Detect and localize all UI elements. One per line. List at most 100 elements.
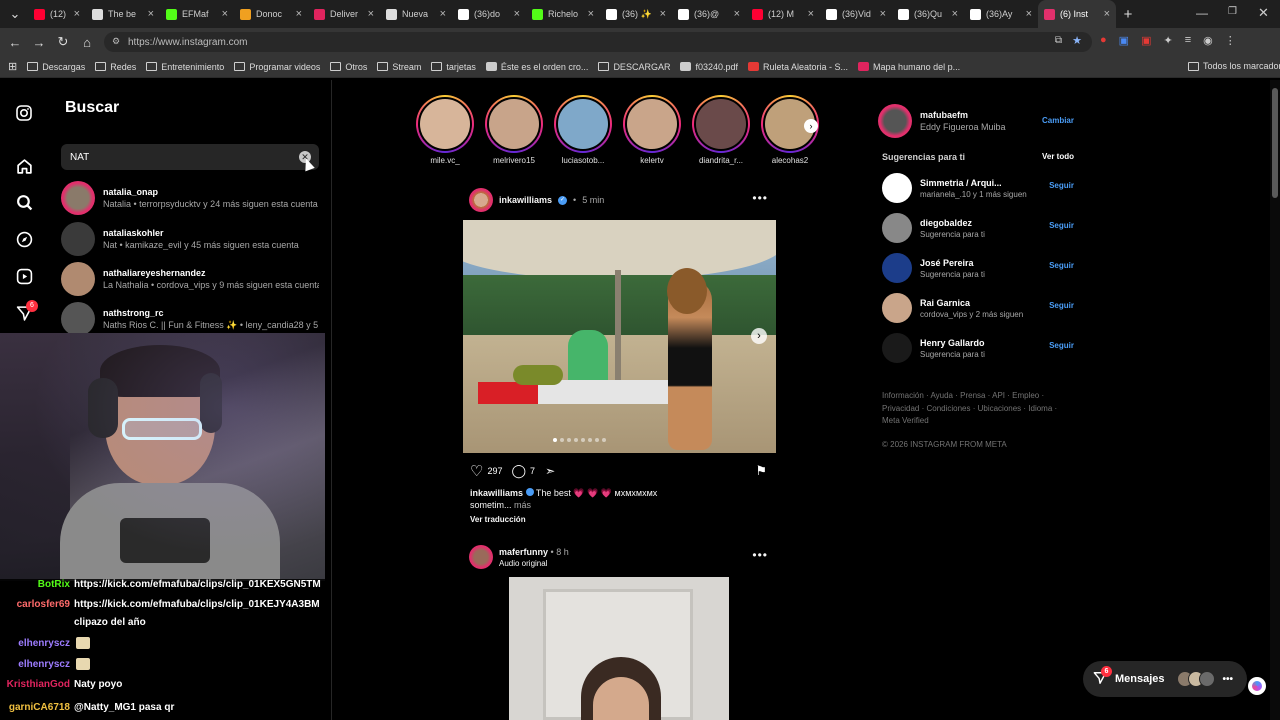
share-icon[interactable]: ➣ [545, 464, 555, 478]
post2-options-icon[interactable]: ••• [752, 548, 768, 562]
browser-tab[interactable]: (36) ✨ × [600, 0, 672, 28]
more-options-icon[interactable]: ••• [1223, 674, 1234, 685]
footer-line-2[interactable]: Privacidad · Condiciones · Ubicaciones ·… [882, 403, 1057, 416]
explore-compass-icon[interactable] [14, 229, 34, 249]
post2-video[interactable] [463, 577, 776, 720]
apps-grid-icon[interactable]: ⊞ [8, 60, 17, 73]
close-tab-icon[interactable]: × [660, 8, 666, 20]
close-window-button[interactable]: ✕ [1258, 5, 1269, 21]
see-translation-link[interactable]: Ver traducción [470, 514, 526, 526]
profile-avatar-icon[interactable]: ◉ [1203, 34, 1213, 47]
browser-tab[interactable]: (36)@ × [672, 0, 746, 28]
bookmark-item[interactable]: DESCARGAR [598, 62, 670, 72]
messages-floating-button[interactable]: 6 Mensajes ••• [1083, 661, 1247, 697]
follow-button[interactable]: Seguir [1049, 221, 1074, 230]
browser-tab[interactable]: Deliver × [308, 0, 380, 28]
browser-tab[interactable]: (12) M × [746, 0, 820, 28]
suggestion-name[interactable]: diegobaldez [920, 218, 985, 228]
post-photo[interactable]: › [463, 220, 776, 453]
bookmark-item[interactable]: Redes [95, 62, 136, 72]
close-tab-icon[interactable]: × [74, 8, 80, 20]
suggestion-name[interactable]: Henry Gallardo [920, 338, 985, 348]
footer-line-3[interactable]: Meta Verified [882, 415, 1057, 428]
footer-line-1[interactable]: Información · Ayuda · Prensa · API · Emp… [882, 390, 1057, 403]
follow-button[interactable]: Seguir [1049, 341, 1074, 350]
close-tab-icon[interactable]: × [296, 8, 302, 20]
bookmark-item[interactable]: Programar videos [234, 62, 320, 72]
forward-button[interactable]: → [27, 30, 51, 54]
close-tab-icon[interactable]: × [880, 8, 886, 20]
url-bar[interactable]: ⚙ https://www.instagram.com ⧉ ★ [104, 32, 1092, 52]
post-author-avatar[interactable] [469, 188, 493, 212]
switch-account-link[interactable]: Cambiar [1042, 116, 1074, 125]
translate-extension-icon[interactable]: ▣ [1119, 34, 1129, 47]
back-button[interactable]: ← [3, 30, 27, 54]
suggestion-name[interactable]: Rai Garnica [920, 298, 1023, 308]
search-input[interactable] [70, 144, 290, 170]
follow-button[interactable]: Seguir [1049, 181, 1074, 190]
post-options-icon[interactable]: ••• [752, 191, 768, 205]
close-tab-icon[interactable]: × [588, 8, 594, 20]
close-tab-icon[interactable]: × [952, 8, 958, 20]
bookmark-item[interactable]: tarjetas [431, 62, 476, 72]
media-controls-icon[interactable]: ≡ [1185, 34, 1191, 47]
bookmark-item[interactable]: Entretenimiento [146, 62, 224, 72]
like-count[interactable]: 297 [487, 466, 502, 476]
scrollbar-thumb[interactable] [1272, 88, 1278, 198]
browser-menu-icon[interactable]: ⋮ [1225, 34, 1236, 47]
suggestion-avatar[interactable] [882, 253, 912, 283]
close-tab-icon[interactable]: × [1104, 8, 1110, 20]
install-app-icon[interactable]: ⧉ [1055, 35, 1062, 46]
site-info-icon[interactable]: ⚙ [112, 36, 120, 47]
close-tab-icon[interactable]: × [368, 8, 374, 20]
search-result-item[interactable]: nathaliareyeshernandez La Nathalia • cord… [61, 260, 331, 298]
stories-next-icon[interactable]: › [804, 119, 818, 133]
all-bookmarks-folder[interactable]: Todos los marcadores [1188, 61, 1280, 71]
close-tab-icon[interactable]: × [222, 8, 228, 20]
bookmark-item[interactable]: Éste es el orden cro... [485, 62, 588, 72]
extension-floating-icon[interactable] [1248, 677, 1266, 695]
maximize-button[interactable]: ❐ [1228, 6, 1237, 17]
bookmark-star-icon[interactable]: ★ [1072, 34, 1082, 47]
profile-username[interactable]: mafubaefm [920, 110, 1006, 120]
browser-tab[interactable]: (36)Ay × [964, 0, 1038, 28]
story-item[interactable]: luciasotob... [552, 95, 614, 165]
story-item[interactable]: mile.vc_ [414, 95, 476, 165]
suggestion-avatar[interactable] [882, 173, 912, 203]
follow-button[interactable]: Seguir [1049, 301, 1074, 310]
post-author-username[interactable]: inkawilliams [499, 195, 552, 205]
page-scrollbar[interactable] [1270, 80, 1280, 720]
suggestion-avatar[interactable] [882, 293, 912, 323]
bookmark-item[interactable]: Ruleta Aleatoria - S... [748, 62, 848, 72]
bookmark-item[interactable]: Otros [330, 62, 367, 72]
minimize-button[interactable]: — [1196, 6, 1208, 20]
browser-tab[interactable]: Donoc × [234, 0, 308, 28]
reload-button[interactable]: ↻ [51, 30, 75, 54]
bookmark-item[interactable]: f03240.pdf [680, 62, 738, 72]
new-tab-button[interactable]: + [1116, 2, 1140, 26]
browser-tab[interactable]: Richelo × [526, 0, 600, 28]
browser-tab[interactable]: EFMaf × [160, 0, 234, 28]
caption-more-link[interactable]: más [514, 500, 531, 510]
browser-tab[interactable]: Nueva × [380, 0, 452, 28]
browser-tab[interactable]: (36)do × [452, 0, 526, 28]
next-photo-icon[interactable]: › [751, 328, 767, 344]
bookmark-item[interactable]: Stream [377, 62, 421, 72]
post2-author-avatar[interactable] [469, 545, 493, 569]
like-heart-icon[interactable]: ♡ [470, 462, 483, 480]
extension-m-icon[interactable]: ▣ [1141, 34, 1151, 47]
close-tab-icon[interactable]: × [514, 8, 520, 20]
follow-button[interactable]: Seguir [1049, 261, 1074, 270]
profile-avatar[interactable] [878, 104, 912, 138]
messages-icon[interactable]: 6 [14, 300, 38, 323]
extensions-puzzle-icon[interactable]: ✦ [1163, 34, 1172, 47]
suggestion-name[interactable]: Simmetria / Arqui... [920, 178, 1027, 188]
browser-tab[interactable]: (6) Inst × [1038, 0, 1116, 28]
save-bookmark-icon[interactable]: ⚑ [755, 463, 767, 479]
story-item[interactable]: diandrita_r... [690, 95, 752, 165]
comment-icon[interactable]: ◯ [511, 463, 526, 479]
reels-icon[interactable] [14, 266, 34, 286]
bookmark-item[interactable]: Descargas [27, 62, 85, 72]
suggestion-avatar[interactable] [882, 213, 912, 243]
browser-tab[interactable]: (12) Pr × [28, 0, 86, 28]
